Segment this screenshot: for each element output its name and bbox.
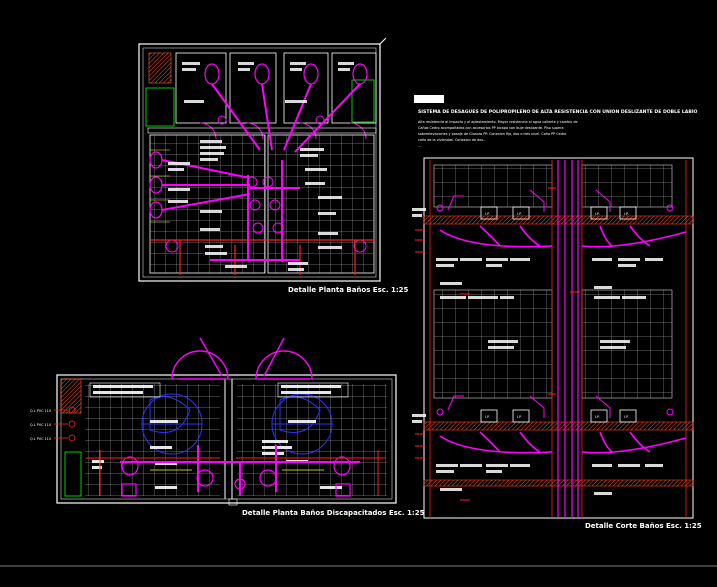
ip-label-4: I.P. xyxy=(624,212,629,216)
caption-corte-banos: Detalle Corte Baños Esc. 1:25 xyxy=(585,522,702,530)
plan-banos: Detalle Planta Baños Esc. 1:25 xyxy=(138,37,409,294)
pvc-label-3: Q.L PVC 110 xyxy=(30,437,51,441)
ip-label-7: I.P. xyxy=(595,415,600,419)
note-line-3: sobreelevaciones y pasaje de Cloacas PP.… xyxy=(418,132,566,136)
note-line-4: caño de la viviendas. Conexion de dos... xyxy=(418,138,486,142)
caption-plan-banos: Detalle Planta Baños Esc. 1:25 xyxy=(288,286,409,294)
ip-label-5: I.P. xyxy=(485,415,490,419)
pvc-label-1: Q.L PVC 110 xyxy=(30,409,51,413)
cad-drawing: Detalle Planta Baños Esc. 1:25 SISTEMA D… xyxy=(0,37,717,567)
pvc-label-2: Q.L PVC 110 xyxy=(30,423,51,427)
ip-label-8: I.P. xyxy=(624,415,629,419)
note-line-1: Alta resistencia al impacto y al aplasta… xyxy=(418,120,578,124)
ip-label-1: I.P. xyxy=(485,212,490,216)
note-block: SISTEMA DE DESAGUES DE POLIPROPILENO DE … xyxy=(414,95,698,148)
note-title: SISTEMA DE DESAGUES DE POLIPROPILENO DE … xyxy=(418,109,698,115)
ip-label-6: I.P. xyxy=(517,415,522,419)
plan-discapacitados: Q.L PVC 110 Q.L PVC 110 Q.L PVC 110 Deta… xyxy=(30,337,425,517)
note-line-5: ... xyxy=(418,144,421,148)
note-line-2: Caños Cedro acompañados con accesorios P… xyxy=(418,126,564,130)
ip-label-2: I.P. xyxy=(517,212,522,216)
note-badge xyxy=(414,95,444,103)
caption-plan-discapacitados: Detalle Planta Baños Discapacitados Esc.… xyxy=(242,509,425,517)
corte-banos: I.P. I.P. I.P. I.P. I.P. I.P. I.P. I.P. xyxy=(412,157,702,530)
ip-label-3: I.P. xyxy=(595,212,600,216)
